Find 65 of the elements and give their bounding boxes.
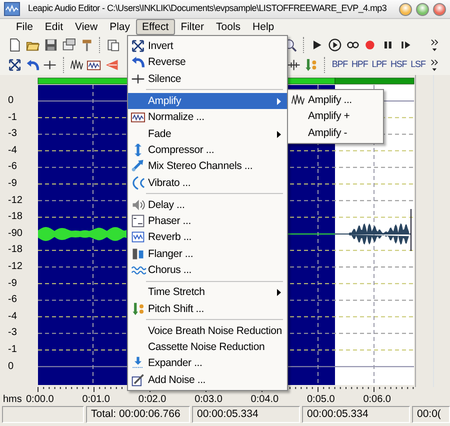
menu-item[interactable]: Reverse [128,54,287,71]
time-label: 0:06.0 [363,393,391,407]
menu-item[interactable]: Delay ... [128,196,287,214]
menu-item[interactable]: Filter [174,19,210,35]
level-label: 0 [8,96,14,106]
menu-item[interactable]: Cassette Noise Reduction [128,339,287,356]
level-label: -6 [8,295,17,306]
level-label: -90 [8,228,22,239]
menu-item[interactable]: Flanger ... [128,246,287,262]
level-label: -18 [8,212,22,222]
filter-button[interactable]: LSF [410,58,426,72]
status-text: 00:00:05.334 [192,406,300,423]
level-label: -4 [8,146,17,156]
time-label: 0:05.0 [307,393,335,407]
unit-label: hms [3,393,22,407]
status-text: 00:00:05.334 [302,406,410,423]
time-label: 0:03.0 [194,393,222,407]
level-label: -9 [8,179,17,189]
menu-item[interactable]: Pitch Shift ... [128,300,287,318]
level-label: -12 [8,262,22,272]
menu-item[interactable]: Chorus ... [128,262,287,279]
level-label: -9 [8,278,17,289]
level-label: -6 [8,162,17,172]
level-label: -12 [8,196,22,206]
menu-item[interactable]: Time Stretch [128,284,287,301]
menu-item[interactable]: Add Noise ... [128,372,287,388]
menu-item[interactable]: File [10,19,39,35]
menu-item[interactable]: View [69,19,104,35]
time-label: 0:00.0 [26,393,54,407]
menu-item[interactable]: Amplify - [288,124,383,142]
menu-item[interactable]: Tools [210,19,247,35]
filter-button[interactable]: LPF [370,58,388,72]
time-label: 0:01.0 [82,393,110,407]
menu-item[interactable]: Silence [128,70,287,88]
menu-item[interactable]: Amplify + [288,108,383,125]
menu-item[interactable]: Voice Breath Noise Reduction [128,322,287,340]
level-label: -18 [8,245,22,256]
menu-item[interactable]: Mix Stereo Channels ... [128,158,287,175]
menu-item[interactable]: Effect [136,19,175,35]
menu-item[interactable]: Play [104,19,136,35]
status-text: 00:0( [412,406,450,423]
menu-item[interactable]: Expander ... [128,355,287,372]
level-label: -4 [8,312,17,322]
menu-item[interactable]: Fade [128,126,287,142]
menu-item[interactable]: Edit [38,19,70,35]
menu-item[interactable]: Normalize ... [128,109,287,126]
window-title: Leapic Audio Editor - C:\Users\INKLIK\Documents\evpsample\LISTOFFREEWARE_EVP_4.mp3 [28,2,388,16]
time-label: 0:04.0 [250,393,279,407]
level-label: -1 [8,112,17,123]
menu-item[interactable]: Compressor ... [128,142,287,158]
menu-item[interactable]: Help [246,19,280,35]
status-text: Total: 00:00:06.766 [86,406,190,423]
filter-button[interactable]: HSF [389,58,408,72]
menu-item[interactable]: Amplify ... [288,92,383,108]
level-label: 0 [8,362,14,372]
level-label: -1 [8,345,17,355]
menu-item[interactable]: Phaser ... [128,213,287,230]
level-label: -3 [8,328,17,338]
filter-button[interactable]: BPF [330,58,349,72]
filter-button[interactable]: HPF [350,58,369,72]
menu-item[interactable]: Amplify [128,92,287,110]
menu-item[interactable]: Reverb ... [128,229,287,246]
level-label: -3 [8,129,17,140]
menu-item[interactable]: Vibrato ... [128,174,287,192]
time-label: 0:02.0 [138,393,166,407]
